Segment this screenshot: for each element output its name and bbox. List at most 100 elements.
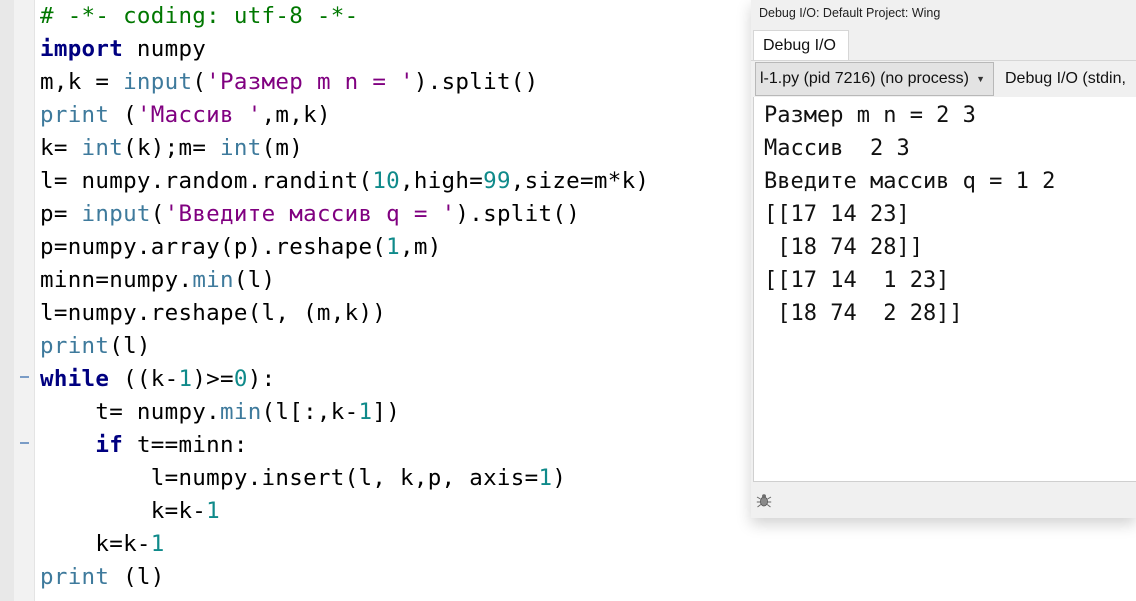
editor-gutter [0,0,35,601]
code-token: print [40,564,110,590]
code-token: ).split() [455,201,581,227]
output-line: [18 74 28]] [764,235,923,260]
code-token: (m) [261,135,304,161]
code-line[interactable]: p= input('Введите массив q = ').split() [40,198,580,231]
code-line[interactable]: l= numpy.random.randint(10,high=99,size=… [40,165,649,198]
code-token: 'Массив ' [136,102,262,128]
code-token: print [40,102,110,128]
code-line[interactable]: # -*- coding: utf-8 -*- [40,0,358,33]
code-token: (l[:,k- [261,399,359,425]
status-bar [751,482,1136,518]
code-token: )>= [192,366,234,392]
output-line: Введите массив q = 1 2 [764,169,1056,194]
output-line: [[17 14 23] [764,202,910,227]
debug-io-panel: Debug I/O: Default Project: Wing Debug I… [751,0,1136,518]
code-token: ,size=m*k) [510,168,650,194]
tab-debug-io[interactable]: Debug I/O [753,30,849,60]
code-token: print [40,333,110,359]
fold-toggle-if[interactable] [20,442,29,444]
code-token: 1 [206,498,221,524]
code-token: ,m,k) [261,102,331,128]
code-token: ,m) [400,234,442,260]
code-token: 1 [178,366,193,392]
code-token: ( [150,201,165,227]
code-token: while [40,366,110,392]
code-token: ) [552,465,567,491]
code-token: minn=numpy. [40,267,193,293]
code-token: ): [247,366,276,392]
output-line: [[17 14 1 23] [764,268,950,293]
code-line[interactable]: if t==minn: [40,429,248,462]
code-token: int [81,135,124,161]
code-line[interactable]: p=numpy.array(p).reshape(1,m) [40,231,442,264]
code-token: 99 [483,168,511,194]
code-token: min [220,399,262,425]
code-token: t= numpy. [40,399,220,425]
output-line: [18 74 2 28]] [764,301,963,326]
code-line[interactable]: print (l) [40,561,165,594]
code-token: min [192,267,234,293]
code-token: (l) [109,333,151,359]
code-token: ]) [372,399,401,425]
code-token: numpy [123,36,207,62]
code-token: ( [109,102,137,128]
code-line[interactable]: while ((k-1)>=0): [40,363,275,396]
code-editor[interactable]: # -*- coding: utf-8 -*- import numpy m,k =… [40,0,750,601]
code-token: input [123,69,193,95]
code-token: import [40,36,124,62]
code-token: t==minn: [123,432,248,458]
code-line[interactable]: print ('Массив ',m,k) [40,99,331,132]
code-token: 'Размер m n = ' [206,69,414,95]
debug-output[interactable]: Размер m n = 2 3 Массив 2 3 Введите массив… [753,97,1136,482]
code-token: k=k- [40,498,207,524]
code-token: 0 [233,366,248,392]
output-line: Размер m n = 2 3 [764,103,976,128]
code-token: ,high= [400,168,484,194]
code-line[interactable]: m,k = input('Размер m n = ').split() [40,66,539,99]
code-token: (k);m= [123,135,221,161]
code-line[interactable]: t= numpy.min(l[:,k-1]) [40,396,400,429]
code-token: ((k- [109,366,179,392]
code-token: k= [40,135,82,161]
code-token: # -*- coding: utf-8 -*- [40,3,359,29]
gutter-margin [0,0,14,601]
code-line[interactable]: print(l) [40,330,151,363]
code-token: 1 [150,531,165,557]
code-token: 10 [372,168,401,194]
code-line[interactable]: l=numpy.insert(l, k,p, axis=1) [40,462,566,495]
code-line[interactable]: minn=numpy.min(l) [40,264,275,297]
code-line[interactable]: k=k-1 [40,495,220,528]
stream-label: Debug I/O (stdin, [1005,70,1126,87]
code-token: int [220,135,262,161]
code-token: 'Введите массив q = ' [164,201,456,227]
process-select[interactable]: l-1.py (pid 7216) (no process) ▼ [755,62,994,96]
code-token: 1 [538,465,553,491]
debug-toolbar: l-1.py (pid 7216) (no process) ▼ Debug I… [751,61,1136,97]
code-token: (l) [109,564,165,590]
fold-toggle-while[interactable] [20,376,29,378]
code-token: 1 [358,399,373,425]
code-token: p=numpy.array(p).reshape( [40,234,387,260]
code-token: l=numpy.reshape(l, (m,k)) [40,300,387,326]
code-line[interactable]: import numpy [40,33,206,66]
code-token: l=numpy.insert(l, k,p, axis= [40,465,539,491]
bug-icon[interactable] [756,492,772,508]
code-token: m,k = [40,69,124,95]
code-line[interactable]: l=numpy.reshape(l, (m,k)) [40,297,386,330]
code-token: if [95,432,124,458]
code-line[interactable]: k=k-1 [40,528,165,561]
code-line[interactable]: k= int(k);m= int(m) [40,132,303,165]
chevron-down-icon: ▼ [976,74,985,84]
code-token: 1 [386,234,401,260]
code-token: input [81,201,151,227]
code-token: ).split() [413,69,539,95]
code-token: l= numpy.random.randint( [40,168,373,194]
code-token: k=k- [40,531,151,557]
code-token: (l) [233,267,276,293]
tab-bar: Debug I/O [751,30,1136,61]
code-token: ( [192,69,207,95]
output-line: Массив 2 3 [764,136,910,161]
panel-title: Debug I/O: Default Project: Wing [759,6,941,20]
code-token: p= [40,201,82,227]
